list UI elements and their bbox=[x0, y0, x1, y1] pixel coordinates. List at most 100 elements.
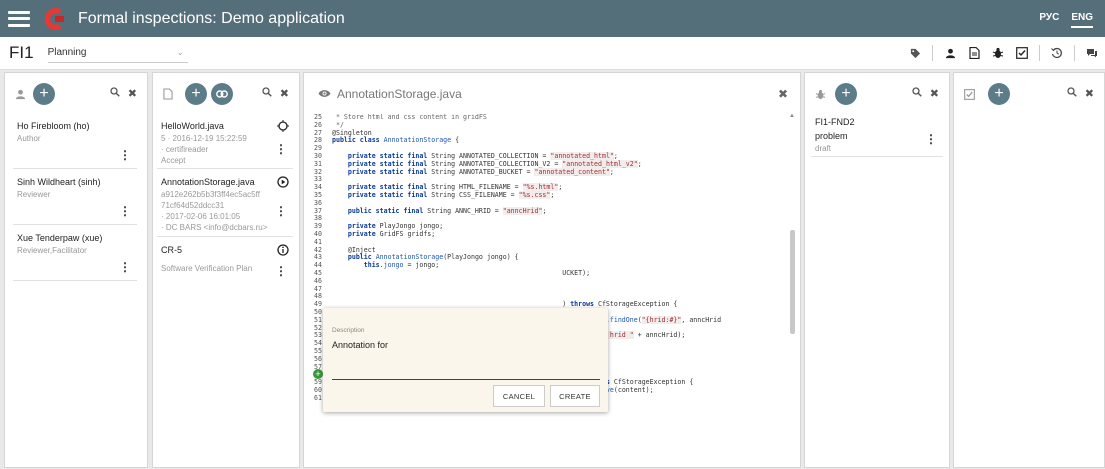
eye-icon bbox=[318, 87, 331, 101]
info-icon[interactable] bbox=[277, 243, 289, 261]
code-text: private static final String HTML_FILENAM… bbox=[347, 183, 563, 192]
attach-link-button[interactable] bbox=[211, 83, 233, 105]
code-line[interactable]: 35 private static final String CSS_FILEN… bbox=[314, 190, 789, 200]
material-meta: Accept bbox=[161, 156, 186, 165]
add-annotation-icon[interactable]: + bbox=[313, 369, 323, 379]
code-text: @Singleton bbox=[332, 128, 372, 137]
app-header: Formal inspections: Demo application РУС… bbox=[0, 0, 1105, 37]
code-line[interactable]: 25 * Store html and css content in gridF… bbox=[314, 114, 789, 122]
material-meta: · 2017-02-06 16:01:05 bbox=[161, 212, 241, 221]
material-card[interactable]: HelloWorld.java 5 · 2016-12-19 15:22:59 … bbox=[157, 113, 293, 169]
code-line[interactable]: 32 private static final String ANNOTATED… bbox=[314, 167, 789, 177]
more-vert-icon[interactable]: ⋮ bbox=[119, 149, 131, 161]
code-line[interactable]: 47 bbox=[314, 285, 789, 294]
app-logo bbox=[42, 6, 68, 32]
materials-panel: + ✖ HelloWorld.java 5 · 2016-12-19 15:22… bbox=[152, 72, 300, 468]
checklist-panel: + ✖ bbox=[953, 72, 1105, 468]
target-icon[interactable] bbox=[277, 119, 289, 137]
more-vert-icon[interactable]: ⋮ bbox=[119, 205, 131, 217]
participants-list: Ho Firebloom (ho) Author ⋮ Sinh Wildhear… bbox=[5, 113, 147, 281]
finding-status: draft bbox=[815, 144, 832, 153]
create-button[interactable]: CREATE bbox=[550, 385, 600, 407]
code-line[interactable]: 41 bbox=[314, 238, 789, 247]
code-view[interactable]: 25 * Store html and css content in gridF… bbox=[314, 114, 789, 469]
checklist-icon[interactable] bbox=[1015, 46, 1029, 60]
close-icon[interactable]: ✖ bbox=[1085, 87, 1094, 100]
code-text: private static final String ANNOTATED_BU… bbox=[347, 167, 614, 176]
close-icon[interactable]: ✖ bbox=[778, 87, 788, 101]
editor-scrollbar[interactable]: ▲ bbox=[788, 113, 796, 469]
material-meta: Software Verification Plan bbox=[161, 264, 253, 273]
findings-tools: ✖ bbox=[912, 87, 939, 100]
code-line[interactable]: 45 UCKET); bbox=[314, 269, 789, 278]
chevron-down-icon: ⌄ bbox=[176, 48, 184, 57]
code-text: ) throws CfStorageException { bbox=[332, 300, 678, 309]
add-finding-button[interactable]: + bbox=[835, 83, 857, 105]
more-vert-icon[interactable]: ⋮ bbox=[275, 143, 287, 155]
search-icon[interactable] bbox=[262, 87, 272, 100]
tag-icon[interactable] bbox=[908, 46, 922, 60]
inspection-bar: FI1 Planning ⌄ bbox=[0, 37, 1105, 70]
play-circle-icon[interactable] bbox=[277, 175, 289, 193]
close-icon[interactable]: ✖ bbox=[930, 87, 939, 100]
bug-icon[interactable] bbox=[991, 46, 1005, 60]
more-vert-icon[interactable]: ⋮ bbox=[275, 205, 287, 217]
code-line[interactable]: 28 public class AnnotationStorage { bbox=[314, 136, 789, 145]
material-meta: · certifireader bbox=[161, 145, 209, 154]
description-underline bbox=[332, 379, 600, 380]
code-text: private GridFS gridfs; bbox=[347, 229, 436, 238]
material-card[interactable]: CR-5 Software Verification Plan ⋮ bbox=[157, 237, 293, 285]
comments-icon[interactable] bbox=[1085, 46, 1099, 60]
phase-select[interactable]: Planning ⌄ bbox=[47, 43, 188, 63]
participant-role: Reviewer,Facilitator bbox=[17, 246, 87, 255]
material-card[interactable]: AnnotationStorage.java a912e262b5b3f3ff4… bbox=[157, 169, 293, 237]
code-text: public class AnnotationStorage { bbox=[332, 136, 460, 145]
close-icon[interactable]: ✖ bbox=[280, 87, 289, 100]
code-text: @Inject bbox=[332, 245, 376, 254]
description-label: Description bbox=[332, 327, 365, 334]
participant-card[interactable]: Sinh Wildheart (sinh) Reviewer ⋮ bbox=[13, 169, 137, 225]
code-text: private static final String ANNOTATED_CO… bbox=[347, 159, 642, 168]
participant-card[interactable]: Xue Tenderpaw (xue) Reviewer,Facilitator… bbox=[13, 225, 137, 281]
description-field[interactable]: Annotation for bbox=[332, 340, 388, 350]
more-vert-icon[interactable]: ⋮ bbox=[925, 133, 937, 145]
findings-header: + ✖ bbox=[805, 73, 949, 113]
lang-ru-button[interactable]: РУС bbox=[1039, 12, 1059, 28]
lang-en-button[interactable]: ENG bbox=[1071, 12, 1093, 28]
search-icon[interactable] bbox=[912, 87, 922, 100]
add-checklist-item-button[interactable]: + bbox=[988, 83, 1010, 105]
code-text: public AnnotationStorage(PlayJongo jongo… bbox=[347, 253, 519, 262]
search-icon[interactable] bbox=[110, 87, 120, 100]
finding-card[interactable]: FI1-FND2 problem draft ⋮ bbox=[811, 113, 943, 157]
code-text: private static final String CSS_FILENAME… bbox=[347, 190, 555, 199]
participant-name: Ho Firebloom (ho) bbox=[17, 121, 90, 131]
person-icon[interactable] bbox=[943, 46, 957, 60]
document-icon bbox=[163, 87, 175, 100]
scroll-up-icon[interactable]: ▲ bbox=[789, 113, 795, 119]
close-icon[interactable]: ✖ bbox=[128, 87, 137, 100]
menu-icon[interactable] bbox=[8, 10, 30, 27]
more-vert-icon[interactable]: ⋮ bbox=[275, 265, 287, 277]
add-participant-button[interactable]: + bbox=[33, 83, 55, 105]
add-material-button[interactable]: + bbox=[185, 83, 207, 105]
material-name: AnnotationStorage.java bbox=[161, 177, 255, 187]
material-meta: · DC BARS <info@dcbars.ru> bbox=[161, 223, 268, 232]
document-icon[interactable] bbox=[967, 46, 981, 60]
search-icon[interactable] bbox=[1067, 87, 1077, 100]
code-line[interactable]: 37 public static final String ANNC_HRID … bbox=[314, 206, 789, 216]
participant-card[interactable]: Ho Firebloom (ho) Author ⋮ bbox=[13, 113, 137, 169]
history-icon[interactable] bbox=[1050, 46, 1064, 60]
phase-value: Planning bbox=[47, 47, 87, 58]
inspection-id: FI1 bbox=[9, 43, 34, 62]
material-meta: 5 · 2016-12-19 15:22:59 bbox=[161, 134, 247, 143]
code-line[interactable]: 26 */ bbox=[314, 121, 789, 130]
participants-tools: ✖ bbox=[110, 87, 137, 100]
cancel-button[interactable]: CANCEL bbox=[493, 385, 545, 407]
scrollbar-thumb[interactable] bbox=[790, 230, 795, 334]
code-line[interactable]: 46 bbox=[314, 277, 789, 286]
editor-title: AnnotationStorage.java bbox=[318, 87, 462, 101]
code-line[interactable]: 40 private GridFS gridfs; bbox=[314, 229, 789, 239]
toolbar-divider bbox=[1039, 45, 1040, 61]
more-vert-icon[interactable]: ⋮ bbox=[119, 261, 131, 273]
participant-name: Xue Tenderpaw (xue) bbox=[17, 233, 103, 243]
